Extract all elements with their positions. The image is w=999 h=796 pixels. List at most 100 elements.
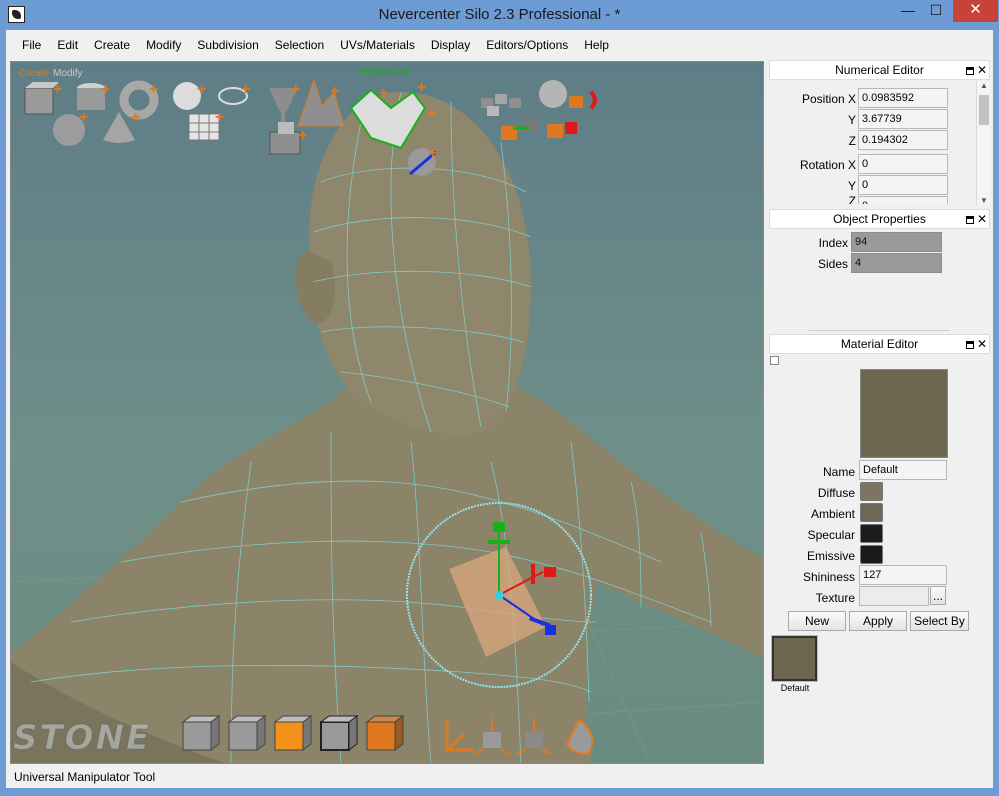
maximize-button[interactable]: ☐ (922, 0, 950, 22)
torus-primitive-icon[interactable]: + (119, 80, 159, 120)
select-by-material-button[interactable]: Select By (910, 611, 969, 631)
material-library-label: Default (780, 683, 810, 693)
close-button[interactable]: ✕ (953, 0, 998, 22)
emissive-color-swatch[interactable] (860, 545, 883, 564)
material-library-swatch[interactable] (771, 635, 818, 682)
svg-text:+: + (330, 83, 339, 100)
material-editor-title: Material Editor (840, 337, 919, 351)
shelf-tab-create[interactable]: Create (19, 68, 49, 79)
status-bar: Universal Manipulator Tool (6, 766, 993, 788)
svg-text:+: + (149, 81, 158, 98)
object-properties-header: Object Properties ✕ (769, 209, 990, 229)
menu-help[interactable]: Help (576, 32, 617, 58)
position-x-field[interactable]: 0.0983592 (858, 88, 948, 108)
numerical-clip: Z 0 (769, 196, 977, 204)
object-mode-icon[interactable] (181, 715, 221, 751)
diffuse-color-swatch[interactable] (860, 482, 883, 501)
name-label: Name (822, 465, 855, 479)
menu-create[interactable]: Create (86, 32, 138, 58)
numerical-editor-scrollbar[interactable]: ▲ ▼ (976, 81, 990, 205)
rotation-z-label: Z (848, 196, 856, 204)
view-label[interactable]: Perspective (359, 66, 411, 77)
ambient-label: Ambient (810, 507, 855, 521)
material-checkbox[interactable] (770, 356, 779, 365)
menu-subdivision[interactable]: Subdivision (189, 32, 266, 58)
svg-text:+: + (101, 81, 110, 98)
position-y-field[interactable]: 3.67739 (858, 109, 948, 129)
menu-uvs-materials[interactable]: UVs/Materials (332, 32, 423, 58)
shininess-field[interactable]: 127 (859, 565, 947, 585)
move-tool-icon[interactable] (445, 720, 473, 752)
menu-selection[interactable]: Selection (267, 32, 332, 58)
sides-label: Sides (817, 257, 848, 271)
menu-file[interactable]: File (14, 32, 49, 58)
scroll-down-icon[interactable]: ▼ (977, 196, 991, 205)
minimize-button[interactable]: — (894, 0, 922, 22)
shelf-tab-modify[interactable]: Modify (53, 68, 82, 79)
scale-tool-icon[interactable] (516, 718, 552, 755)
specular-color-swatch[interactable] (860, 524, 883, 543)
sphere-primitive-icon[interactable]: + (53, 109, 88, 146)
character-mesh[interactable] (11, 92, 764, 764)
cone-primitive-icon[interactable]: + (103, 109, 140, 143)
svg-text:+: + (53, 81, 62, 98)
svg-text:+: + (79, 109, 88, 126)
numerical-editor-header: Numerical Editor ✕ (769, 60, 990, 80)
close-panel-icon[interactable]: ✕ (977, 335, 987, 354)
3d-viewport[interactable]: Create Modify Perspective + + + + + + + +… (10, 61, 764, 764)
mirror-icon[interactable] (569, 90, 597, 110)
position-x-label: Position X (801, 92, 856, 106)
ambient-color-swatch[interactable] (860, 503, 883, 522)
subdivide-icon[interactable] (481, 94, 521, 116)
close-panel-icon[interactable]: ✕ (977, 210, 987, 229)
bridge-icon[interactable] (501, 120, 537, 140)
scroll-thumb[interactable] (979, 95, 989, 125)
svg-text:+: + (428, 145, 437, 162)
merge-icon[interactable] (547, 122, 577, 138)
new-material-button[interactable]: New (788, 611, 846, 631)
scroll-up-icon[interactable]: ▲ (977, 81, 991, 90)
menu-modify[interactable]: Modify (138, 32, 189, 58)
close-panel-icon[interactable]: ✕ (977, 61, 987, 80)
circle-curve-icon[interactable]: + (218, 81, 250, 105)
svg-text:+: + (197, 81, 206, 98)
cylinder-primitive-icon[interactable]: + (77, 81, 110, 110)
rotation-y-field[interactable]: 0 (858, 175, 948, 195)
rotate-tool-icon[interactable] (474, 718, 510, 755)
cube-primitive-icon[interactable]: + (24, 81, 62, 115)
emissive-label: Emissive (806, 549, 855, 563)
universal-tool-icon[interactable] (565, 718, 594, 756)
rotation-x-field[interactable]: 0 (858, 154, 948, 174)
material-name-field[interactable]: Default (859, 460, 947, 480)
position-y-label: Y (847, 113, 856, 127)
menu-display[interactable]: Display (423, 32, 478, 58)
all-mode-icon[interactable] (365, 715, 405, 751)
texture-browse-button[interactable]: ... (930, 586, 946, 605)
face-mode-icon[interactable] (273, 715, 313, 751)
menu-editors-options[interactable]: Editors/Options (478, 32, 576, 58)
edge-mode-icon[interactable] (319, 715, 359, 751)
texture-label: Texture (815, 591, 855, 605)
shininess-label: Shininess (802, 570, 855, 584)
menu-edit[interactable]: Edit (49, 32, 86, 58)
stone-watermark: STONE (12, 718, 152, 759)
index-label: Index (818, 236, 848, 250)
plane-grid-icon[interactable]: + (188, 109, 224, 141)
apply-material-button[interactable]: Apply (849, 611, 907, 631)
vertex-mode-icon[interactable] (227, 715, 267, 751)
numerical-editor-title: Numerical Editor (835, 63, 924, 77)
texture-field[interactable] (859, 586, 929, 606)
sides-field: 4 (851, 253, 942, 273)
smooth-sphere-icon[interactable] (539, 80, 567, 108)
rotation-z-field[interactable]: 0 (858, 196, 948, 204)
float-panel-icon[interactable] (965, 66, 974, 75)
svg-text:+: + (417, 79, 426, 96)
main-window: File Edit Create Modify Subdivision Sele… (6, 30, 993, 788)
svg-text:+: + (215, 109, 224, 126)
specular-label: Specular (807, 528, 855, 542)
float-panel-icon[interactable] (965, 215, 974, 224)
disc-primitive-icon[interactable]: + (173, 81, 206, 110)
float-panel-icon[interactable] (965, 340, 974, 349)
sphere-sculpt-icon[interactable]: + (406, 144, 446, 184)
position-z-field[interactable]: 0.194302 (858, 130, 948, 150)
